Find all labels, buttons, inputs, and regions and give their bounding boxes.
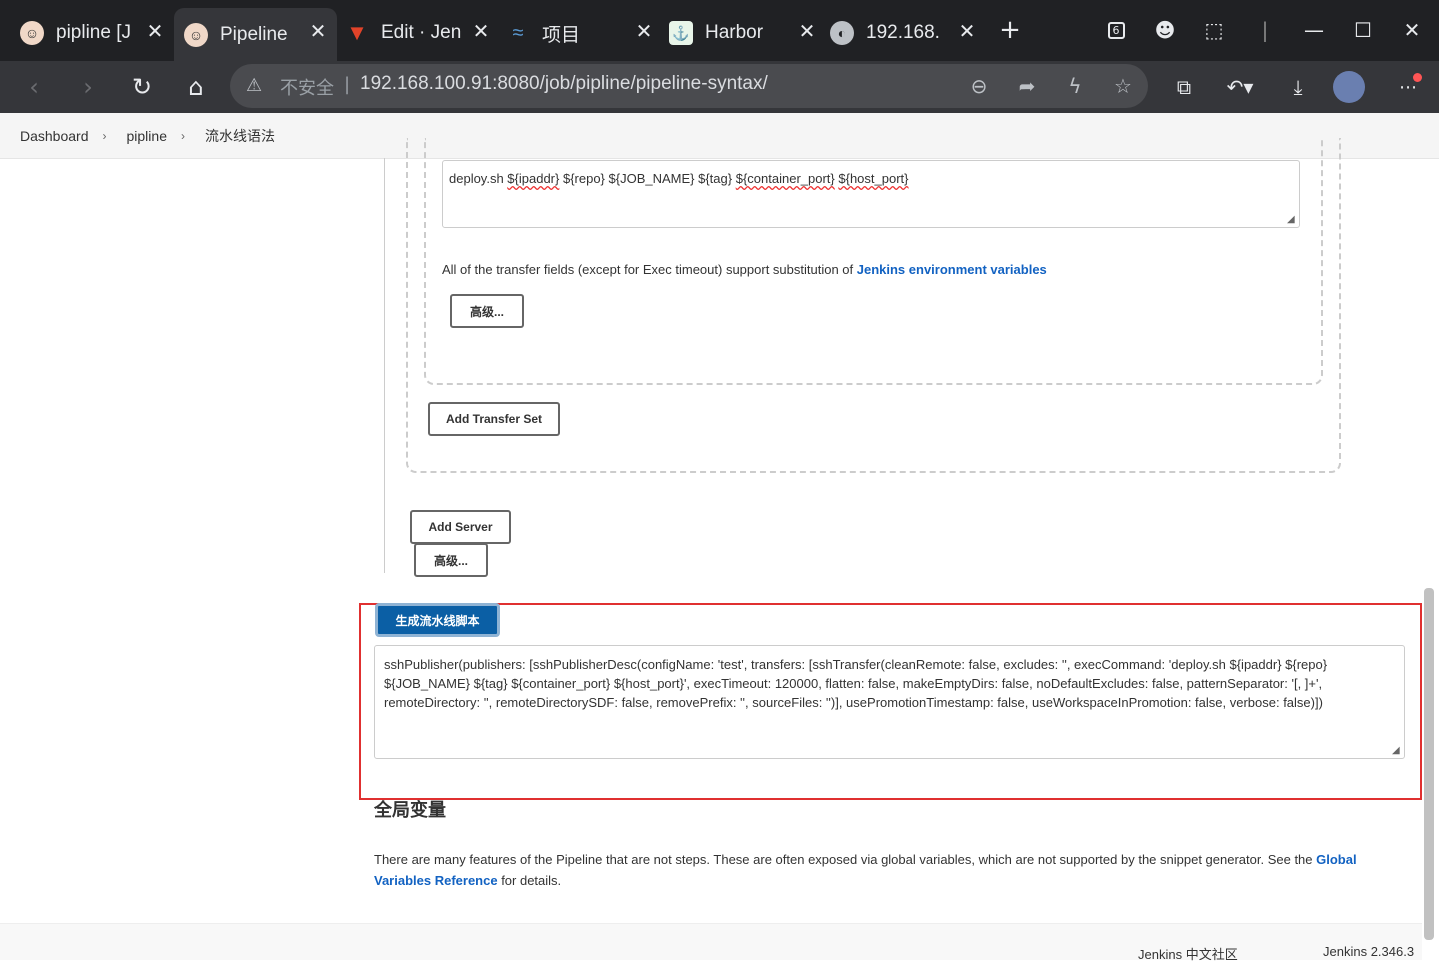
lightning-icon[interactable]: ϟ — [1062, 73, 1088, 99]
chevron-right-icon: › — [180, 128, 185, 143]
menu-icon[interactable]: ⋯ — [1390, 69, 1426, 105]
footer-community-link[interactable]: Jenkins 中文社区 — [1138, 944, 1238, 963]
reload-button[interactable]: ↻ — [124, 69, 160, 105]
gitlab-icon: ▼ — [346, 20, 368, 45]
globe-icon: ◐ — [830, 21, 854, 45]
forward-button[interactable]: › — [70, 69, 106, 105]
env-vars-link[interactable]: Jenkins environment variables — [857, 262, 1047, 277]
breadcrumb-syntax[interactable]: 流水线语法 — [205, 126, 275, 146]
close-window-button[interactable]: ✕ — [1392, 12, 1432, 48]
main-content: deploy.sh ${ipaddr} ${repo} ${JOB_NAME} … — [0, 138, 1439, 963]
minimize-button[interactable]: — — [1294, 12, 1334, 48]
tab-title: pipline [J — [56, 22, 131, 43]
exec-command-textarea[interactable]: deploy.sh ${ipaddr} ${repo} ${JOB_NAME} … — [442, 160, 1300, 228]
advanced-button-inner[interactable]: 高级... — [450, 294, 524, 328]
download-icon[interactable]: ⤓ — [1280, 69, 1316, 105]
tab-title: 192.168. — [866, 22, 940, 43]
global-vars-text: There are many features of the Pipeline … — [374, 852, 1357, 888]
maximize-button[interactable]: ☐ — [1343, 12, 1383, 48]
bookmark-star-icon[interactable]: ☆ — [1110, 73, 1136, 99]
advanced-button-outer[interactable]: 高级... — [414, 543, 488, 577]
titlebar-divider: | — [1261, 18, 1269, 42]
jenkins-icon: ☺ — [184, 22, 208, 47]
tab-title: Pipeline — [220, 23, 288, 45]
new-tab-button[interactable]: + — [990, 12, 1030, 48]
add-server-button[interactable]: Add Server — [410, 510, 511, 544]
url-text: 192.168.100.91:8080/job/pipline/pipeline… — [360, 73, 768, 94]
incognito-icon[interactable]: ☻ — [1145, 12, 1185, 48]
tab-count-button[interactable]: 6 — [1096, 12, 1136, 48]
browser-tab-3[interactable]: ▼ Edit · Jen ✕ — [337, 8, 500, 58]
browser-tab-4[interactable]: ≈ 项目 ✕ — [500, 8, 663, 58]
close-tab-icon[interactable]: ✕ — [796, 20, 818, 43]
zoom-out-icon[interactable]: ⊖ — [966, 73, 992, 99]
global-vars-heading: 全局变量 — [374, 800, 446, 820]
generated-script-textarea[interactable]: sshPublisher(publishers: [sshPublisherDe… — [374, 645, 1405, 759]
tab-title: Harbor — [705, 22, 764, 43]
tab-count-badge: 6 — [1107, 21, 1125, 39]
back-button[interactable]: ‹ — [16, 69, 52, 105]
url-separator: | — [344, 74, 351, 95]
breadcrumb-pipline[interactable]: pipline — [127, 128, 167, 144]
close-tab-icon[interactable]: ✕ — [956, 20, 978, 43]
breadcrumb-dashboard[interactable]: Dashboard — [20, 128, 89, 144]
close-tab-icon[interactable]: ✕ — [633, 20, 655, 43]
transfer-note: All of the transfer fields (except for E… — [442, 262, 1047, 277]
browser-tab-strip: ☺ pipline [J ✕ ☺ Pipeline ✕ ▼ Edit · Jen… — [0, 0, 1439, 61]
resize-handle-icon[interactable]: ◢ — [1392, 746, 1402, 756]
address-bar[interactable]: ⚠ 不安全 | 192.168.100.91:8080/job/pipline/… — [230, 64, 1148, 108]
chevron-right-icon: › — [102, 128, 107, 143]
browser-tab-6[interactable]: ◐ 192.168. ✕ — [826, 8, 986, 58]
extension-puzzle-icon[interactable]: ⧉ — [1166, 69, 1202, 105]
tab-title: Edit · Jen — [381, 22, 461, 43]
extensions-icon[interactable]: ⬚ — [1194, 12, 1234, 48]
close-tab-icon[interactable]: ✕ — [144, 20, 166, 43]
share-icon[interactable]: ➦ — [1014, 73, 1040, 99]
project-icon: ≈ — [512, 21, 524, 44]
browser-tab-1[interactable]: ☺ pipline [J ✕ — [0, 8, 174, 58]
home-button[interactable]: ⌂ — [178, 69, 214, 105]
undo-icon[interactable]: ↶▾ — [1222, 69, 1258, 105]
browser-tab-5[interactable]: ⚓ Harbor ✕ — [663, 8, 826, 58]
section-divider-line — [384, 158, 385, 573]
browser-tab-2[interactable]: ☺ Pipeline ✕ — [174, 8, 337, 61]
add-transfer-set-button[interactable]: Add Transfer Set — [428, 402, 560, 436]
warning-icon: ⚠ — [246, 75, 263, 96]
harbor-icon: ⚓ — [669, 21, 693, 45]
close-tab-icon[interactable]: ✕ — [307, 20, 329, 43]
close-tab-icon[interactable]: ✕ — [470, 20, 492, 43]
avatar[interactable] — [1331, 69, 1367, 105]
page-footer: Jenkins 中文社区 Jenkins 2.346.3 — [0, 923, 1422, 963]
tab-title: 项目 — [542, 24, 581, 46]
generate-script-button[interactable]: 生成流水线脚本 — [375, 603, 500, 637]
jenkins-icon: ☺ — [20, 21, 44, 45]
resize-handle-icon[interactable]: ◢ — [1287, 215, 1297, 225]
security-label: 不安全 — [280, 78, 334, 99]
scrollbar[interactable] — [1424, 588, 1434, 940]
browser-toolbar: ‹ › ↻ ⌂ ⚠ 不安全 | 192.168.100.91:8080/job/… — [0, 61, 1439, 113]
footer-version[interactable]: Jenkins 2.346.3 — [1323, 944, 1414, 959]
